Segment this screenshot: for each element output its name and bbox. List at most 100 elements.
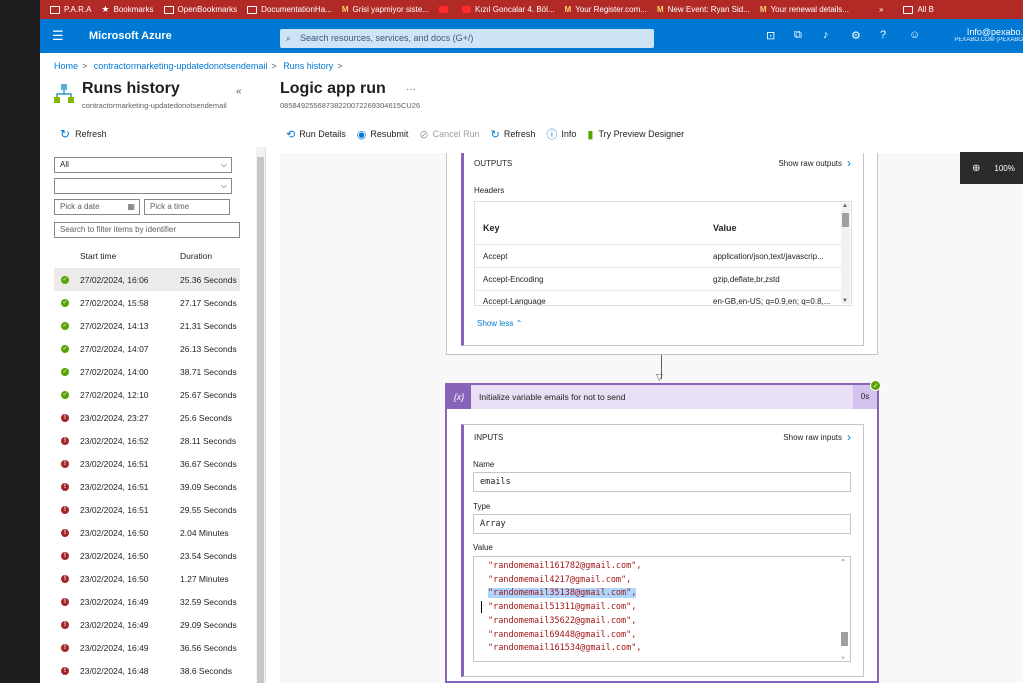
show-less-label: Show less xyxy=(477,319,514,328)
zoom-control[interactable]: ⊕ 100% xyxy=(960,152,1023,184)
show-raw-inputs-button[interactable]: Show raw inputs › xyxy=(783,430,851,444)
menu-icon[interactable]: ☰ xyxy=(52,28,64,44)
run-details-button[interactable]: ⟲ Run Details xyxy=(286,128,346,141)
resubmit-button[interactable]: ◉ Resubmit xyxy=(357,128,409,141)
table-row[interactable]: ! 23/02/2024, 16:51 29.55 Seconds xyxy=(54,498,240,521)
scroll-down-icon[interactable]: ▼ xyxy=(842,298,848,304)
table-row[interactable]: ! 23/02/2024, 16:49 32.59 Seconds xyxy=(54,590,240,613)
failed-status-icon: ! xyxy=(61,413,69,422)
bookmark-item[interactable]: M Your renewal details... xyxy=(760,5,849,14)
failed-status-icon: ! xyxy=(61,574,69,583)
scroll-up-icon[interactable]: ▲ xyxy=(842,203,848,209)
action-header[interactable]: {x} Initialize variable emails for not t… xyxy=(447,385,877,409)
table-row[interactable]: ! 23/02/2024, 23:27 25.6 Seconds xyxy=(54,406,240,429)
more-options-icon[interactable]: ··· xyxy=(406,84,416,95)
table-row[interactable]: ! 23/02/2024, 16:50 23.54 Seconds xyxy=(54,544,240,567)
date-placeholder: Pick a date xyxy=(60,202,100,211)
refresh-runs-button[interactable]: ↻ Refresh xyxy=(60,127,107,141)
headers-scrollbar[interactable]: ▲ ▼ xyxy=(841,203,850,304)
bookmark-item[interactable]: Kızıl Goncalar 4. Böl... xyxy=(461,5,555,14)
scroll-up-icon[interactable]: ⌃ xyxy=(841,558,845,566)
bookmark-item[interactable] xyxy=(438,6,452,13)
all-bookmarks-folder[interactable]: All B xyxy=(903,5,934,14)
azure-brand[interactable]: Microsoft Azure xyxy=(89,30,172,42)
bookmark-flag-icon: ▮ xyxy=(587,128,594,141)
bookmark-item[interactable]: P.A.R.A xyxy=(50,5,91,14)
column-header-start-time[interactable]: Start time xyxy=(80,251,116,261)
run-details-label: Run Details xyxy=(299,129,346,139)
global-search-input[interactable]: ⌕ Search resources, services, and docs (… xyxy=(280,29,654,48)
show-raw-outputs-label: Show raw outputs xyxy=(778,158,842,168)
time-picker-input[interactable]: Pick a time xyxy=(144,199,230,215)
refresh-run-button[interactable]: ↻ Refresh xyxy=(491,128,536,141)
bookmarks-overflow-button[interactable]: » xyxy=(879,5,883,14)
status-filter-select[interactable]: All ⌵ xyxy=(54,157,232,173)
outputs-caption: OUTPUTS xyxy=(474,159,513,168)
text-cursor xyxy=(481,601,482,613)
run-duration: 21.31 Seconds xyxy=(180,320,237,331)
scrollbar-thumb[interactable] xyxy=(841,632,848,646)
breadcrumb: Home > contractormarketing-updatedonotsen… xyxy=(54,61,343,71)
bookmark-item[interactable]: OpenBookmarks xyxy=(163,5,237,14)
value-text-area[interactable]: ⌃ ⌄ "randomemail161782@gmail.com", "rando… xyxy=(473,556,851,662)
scrollbar-thumb[interactable] xyxy=(842,213,849,227)
array-value-line: "randomemail35622@gmail.com", xyxy=(488,615,637,626)
table-row[interactable]: ! 23/02/2024, 16:50 1.27 Minutes xyxy=(54,567,240,590)
table-row[interactable]: ✓ 27/02/2024, 16:06 25.36 Seconds xyxy=(54,268,240,291)
show-raw-outputs-button[interactable]: Show raw outputs › xyxy=(778,156,851,170)
failed-status-icon: ! xyxy=(61,666,69,675)
bookmark-item[interactable]: DocumentationHa... xyxy=(247,5,332,14)
table-row[interactable]: ✓ 27/02/2024, 14:00 38.71 Seconds xyxy=(54,360,240,383)
secondary-filter-select[interactable]: ⌵ xyxy=(54,178,232,194)
cancel-icon: ⊘ xyxy=(419,128,429,141)
table-row[interactable]: ! 23/02/2024, 16:49 36.56 Seconds xyxy=(54,636,240,659)
scroll-down-icon[interactable]: ⌄ xyxy=(841,652,845,660)
breadcrumb-runs-history[interactable]: Runs history xyxy=(283,61,333,71)
arrow-down-icon: ▽ xyxy=(656,372,663,382)
breadcrumb-logic-app[interactable]: contractormarketing-updatedonotsendemail xyxy=(94,61,268,71)
table-row[interactable]: ✓ 27/02/2024, 15:58 27.17 Seconds xyxy=(54,291,240,314)
show-less-button[interactable]: Show less ⌃ xyxy=(477,319,522,328)
try-preview-designer-button[interactable]: ▮ Try Preview Designer xyxy=(587,128,684,141)
breadcrumb-home[interactable]: Home xyxy=(54,61,78,71)
name-value[interactable]: emails xyxy=(473,472,851,492)
table-row[interactable]: ✓ 27/02/2024, 12:10 25.67 Seconds xyxy=(54,383,240,406)
cancel-run-button[interactable]: ⊘ Cancel Run xyxy=(419,128,479,141)
table-row[interactable]: ! 23/02/2024, 16:48 38.6 Seconds xyxy=(54,659,240,682)
bookmark-item[interactable]: M Grisi yapmiyor siste... xyxy=(342,5,429,14)
info-button[interactable]: ⓘ Info xyxy=(546,126,576,142)
table-row[interactable]: ! 23/02/2024, 16:49 29.09 Seconds xyxy=(54,613,240,636)
date-picker-input[interactable]: Pick a date ▦ xyxy=(54,199,140,215)
bookmark-item[interactable]: M Your Register.com... xyxy=(565,5,647,14)
table-row[interactable]: ✓ 27/02/2024, 14:13 21.31 Seconds xyxy=(54,314,240,337)
table-row[interactable]: ! 23/02/2024, 16:51 39.09 Seconds xyxy=(54,475,240,498)
scrollbar-thumb[interactable] xyxy=(257,157,264,683)
help-icon[interactable]: ? xyxy=(880,29,886,41)
type-value[interactable]: Array xyxy=(473,514,851,534)
header-key: Accept-Language xyxy=(483,297,546,306)
desktop-background xyxy=(0,0,40,683)
table-row[interactable]: ! 23/02/2024, 16:52 28.11 Seconds xyxy=(54,429,240,452)
cloud-shell-icon[interactable]: ⊡ xyxy=(766,29,775,42)
collapse-blade-icon[interactable]: « xyxy=(236,86,242,97)
initialize-variable-card[interactable]: {x} Initialize variable emails for not t… xyxy=(445,383,879,683)
settings-gear-icon[interactable]: ⚙ xyxy=(851,29,861,42)
zoom-in-icon[interactable]: ⊕ xyxy=(972,163,980,174)
refresh-icon: ↻ xyxy=(490,128,500,141)
directory-filter-icon[interactable]: ⧉ xyxy=(794,29,802,42)
account-menu[interactable]: Info@pexabo. PEXABO.COM (PEXABO xyxy=(933,27,1023,43)
identifier-search-input[interactable]: Search to filter items by identifier xyxy=(54,222,240,238)
bookmark-item[interactable]: M New Event: Ryan Sid... xyxy=(657,5,750,14)
table-row[interactable]: ! 23/02/2024, 16:50 2.04 Minutes xyxy=(54,521,240,544)
run-start-time: 23/02/2024, 16:50 xyxy=(80,527,149,538)
table-row[interactable]: ✓ 27/02/2024, 14:07 26.13 Seconds xyxy=(54,337,240,360)
resubmit-label: Resubmit xyxy=(370,129,409,139)
bookmark-item[interactable]: ★ Bookmarks xyxy=(101,4,153,15)
run-start-time: 23/02/2024, 16:49 xyxy=(80,619,149,630)
notifications-bell-icon[interactable]: ♪ xyxy=(823,29,829,41)
column-header-duration[interactable]: Duration xyxy=(180,251,212,261)
runs-list-scrollbar[interactable] xyxy=(256,147,265,683)
value-scrollbar[interactable]: ⌃ ⌄ xyxy=(840,558,849,660)
table-row[interactable]: ! 23/02/2024, 16:51 36.67 Seconds xyxy=(54,452,240,475)
feedback-icon[interactable]: ☺ xyxy=(909,29,920,41)
